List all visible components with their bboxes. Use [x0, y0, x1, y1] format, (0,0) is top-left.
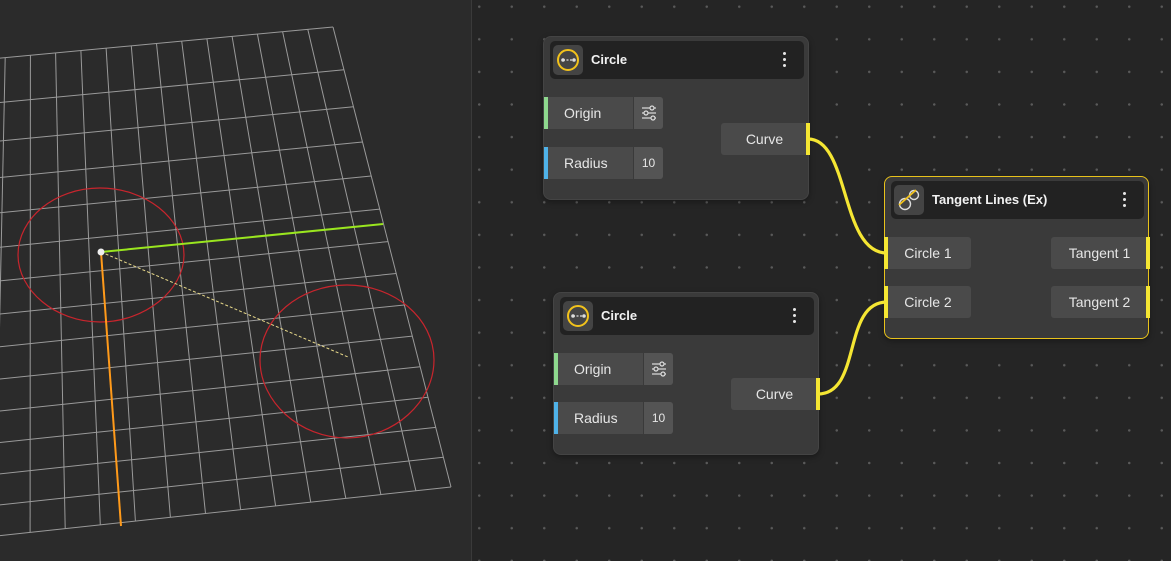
- origin-input[interactable]: Origin: [554, 353, 673, 385]
- radius-value[interactable]: 10: [633, 147, 663, 179]
- tangent-2-socket[interactable]: [1146, 286, 1150, 318]
- node-header[interactable]: Circle: [560, 297, 814, 335]
- grid-line: [0, 241, 389, 282]
- grid-line: [0, 141, 363, 179]
- curve-output[interactable]: Curve: [731, 378, 820, 410]
- node-title: Tangent Lines (Ex): [932, 192, 1048, 207]
- origin-point[interactable]: [97, 248, 105, 256]
- tangent-circles-icon: [894, 185, 924, 215]
- grid-line: [0, 456, 444, 506]
- tangent-2-label: Tangent 2: [1068, 294, 1131, 310]
- grid-line: [0, 106, 354, 142]
- radius-input[interactable]: Radius 10: [544, 147, 663, 179]
- curve-output-label: Curve: [755, 386, 794, 402]
- circle-1-socket[interactable]: [884, 237, 888, 269]
- kebab-menu-icon[interactable]: [784, 306, 804, 326]
- circle-preview-2: [259, 284, 435, 439]
- tangent-2-output[interactable]: Tangent 2: [1051, 286, 1150, 318]
- circle-2-socket[interactable]: [884, 286, 888, 318]
- kebab-menu-icon[interactable]: [1114, 190, 1134, 210]
- 3d-viewport[interactable]: [0, 0, 471, 561]
- tangent-1-socket[interactable]: [1146, 237, 1150, 269]
- node-title: Circle: [591, 52, 628, 67]
- curve-output-label: Curve: [745, 131, 784, 147]
- circle-with-radius-icon: [553, 45, 583, 75]
- grid-line: [0, 175, 372, 214]
- node-header[interactable]: Tangent Lines (Ex): [891, 181, 1144, 219]
- circle-2-input[interactable]: Circle 2: [884, 286, 971, 318]
- circle-node-2[interactable]: Circle Origin Radius 10 Curve: [553, 292, 820, 455]
- circle-with-radius-icon: [563, 301, 593, 331]
- center-line: [100, 251, 349, 358]
- origin-input[interactable]: Origin: [544, 97, 663, 129]
- grid-line: [105, 48, 136, 522]
- kebab-menu-icon[interactable]: [774, 50, 794, 70]
- circle-node-1[interactable]: Circle Origin Radius 10 Curve: [543, 36, 810, 200]
- circle-1-input[interactable]: Circle 1: [884, 237, 971, 269]
- grid-line: [0, 273, 397, 315]
- node-title: Circle: [601, 308, 638, 323]
- viewport-scene[interactable]: [0, 0, 471, 561]
- sliders-icon[interactable]: [633, 97, 663, 129]
- tangent-lines-node[interactable]: Tangent Lines (Ex) Circle 1 Circle 2 Tan…: [884, 176, 1150, 339]
- radius-label: Radius: [564, 155, 608, 171]
- axis-x: [100, 223, 384, 253]
- circle-1-label: Circle 1: [904, 245, 952, 261]
- tangent-1-label: Tangent 1: [1068, 245, 1131, 261]
- grid-line: [181, 41, 242, 510]
- grid-line: [0, 57, 6, 328]
- ground-grid: [0, 26, 452, 537]
- grid-line: [0, 486, 452, 537]
- curve-output-socket[interactable]: [806, 123, 810, 155]
- origin-label: Origin: [564, 105, 602, 121]
- grid-line: [0, 69, 345, 104]
- radius-input[interactable]: Radius 10: [554, 402, 673, 434]
- axis-y: [100, 251, 122, 527]
- grid-line: [55, 52, 66, 529]
- origin-label: Origin: [574, 361, 612, 377]
- radius-label: Radius: [574, 410, 618, 426]
- curve-output-socket[interactable]: [816, 378, 820, 410]
- tangent-1-output[interactable]: Tangent 1: [1051, 237, 1150, 269]
- grid-line: [80, 50, 101, 525]
- node-header[interactable]: Circle: [550, 41, 804, 79]
- grid-line: [332, 26, 452, 488]
- radius-value[interactable]: 10: [643, 402, 673, 434]
- circle-2-label: Circle 2: [904, 294, 952, 310]
- grid-line: [206, 38, 277, 506]
- curve-output[interactable]: Curve: [721, 123, 810, 155]
- sliders-icon[interactable]: [643, 353, 673, 385]
